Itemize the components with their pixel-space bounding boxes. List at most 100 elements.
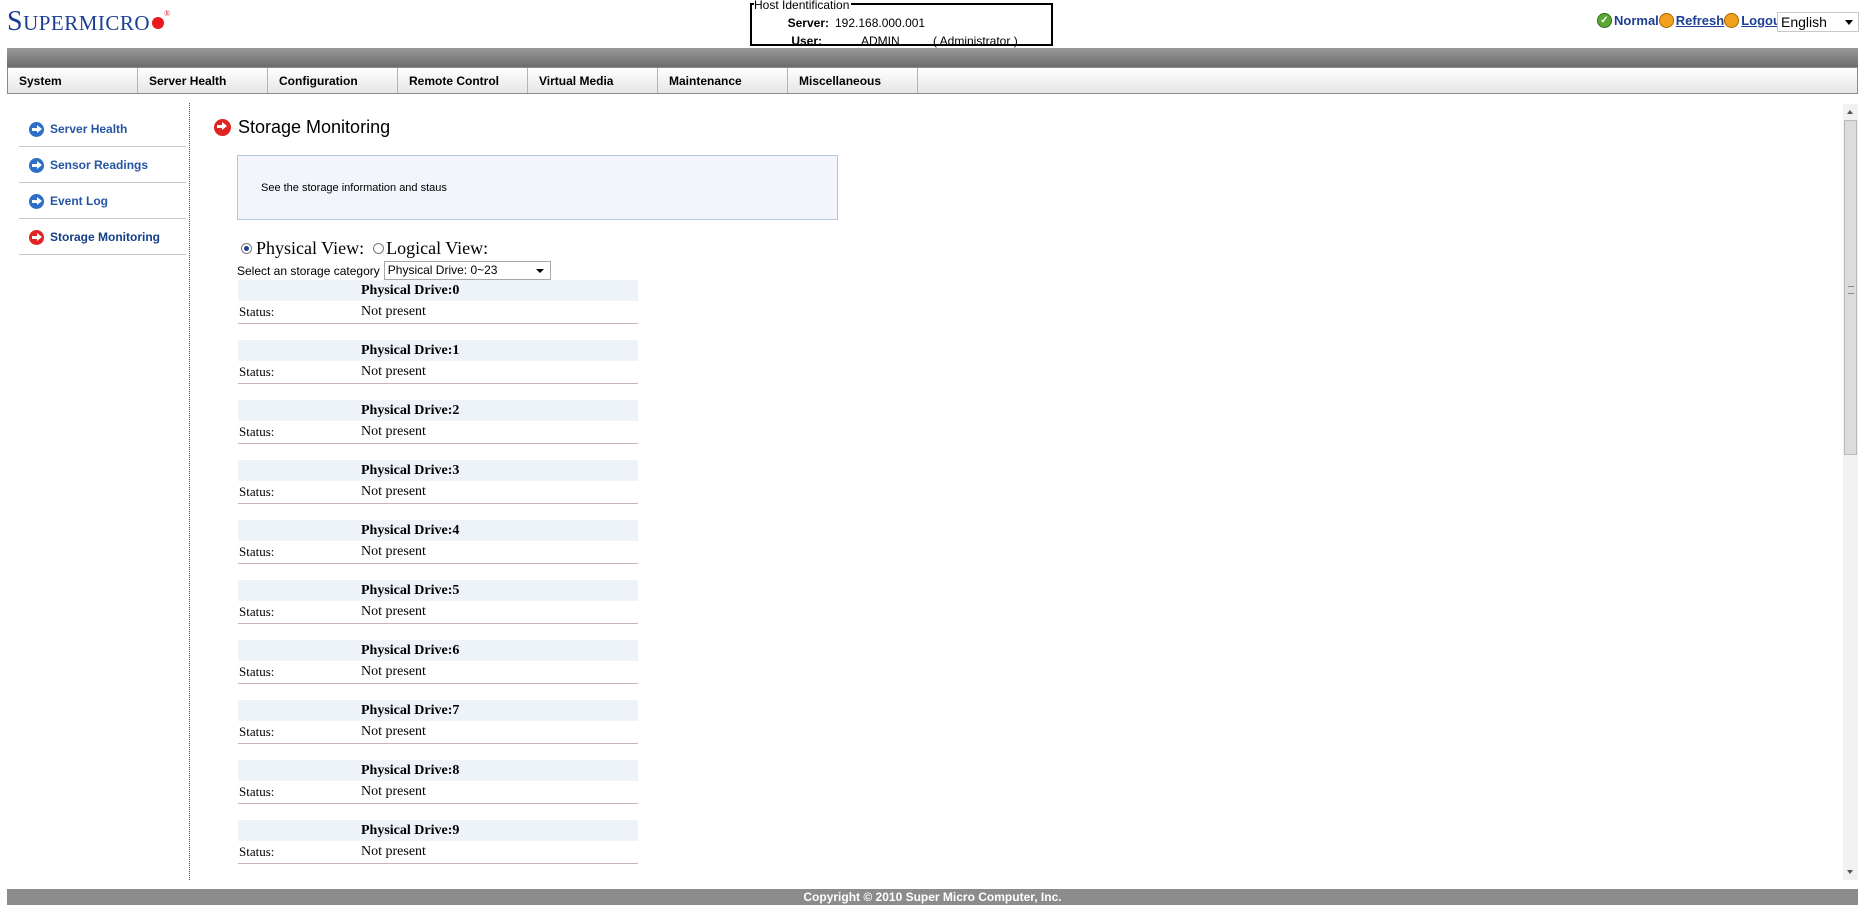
scrollbar-thumb[interactable]: [1844, 120, 1857, 455]
status-label: Status:: [239, 844, 275, 859]
logical-view-radio[interactable]: [373, 243, 385, 254]
drive-title: Physical Drive:6: [238, 640, 638, 661]
logo-text: UPERMICRO: [23, 11, 151, 35]
header-gray-bar: [7, 48, 1858, 67]
user-label: User:: [791, 34, 822, 48]
drive-card: Physical Drive:0 Status: Not present: [238, 280, 638, 340]
view-selector: Physical View: Logical View:: [241, 238, 488, 259]
refresh-icon[interactable]: [1658, 13, 1674, 28]
scroll-up-icon[interactable]: [1847, 110, 1853, 114]
drive-card: Physical Drive:7 Status: Not present: [238, 700, 638, 760]
status-label: Status:: [239, 304, 275, 319]
drive-title: Physical Drive:4: [238, 520, 638, 541]
drive-status-row: Status: Not present: [238, 301, 638, 324]
check-icon: ✓: [1597, 13, 1612, 28]
user-value: ADMIN: [861, 34, 900, 48]
nav-maintenance[interactable]: Maintenance: [658, 68, 788, 93]
sidebar-item-label: Sensor Readings: [50, 158, 149, 172]
language-selected: English: [1781, 14, 1827, 30]
nav-remote-control[interactable]: Remote Control: [398, 68, 528, 93]
drive-title: Physical Drive:2: [238, 400, 638, 421]
description-box: See the storage information and staus: [237, 155, 838, 220]
status-label: Status:: [239, 424, 275, 439]
page-title-text: Storage Monitoring: [238, 117, 391, 137]
language-select[interactable]: English: [1777, 12, 1859, 32]
sidebar-item-label: Server Health: [50, 122, 128, 136]
status-value: Not present: [361, 844, 426, 859]
status-label: Status:: [239, 484, 275, 499]
scroll-down-icon[interactable]: [1847, 870, 1853, 874]
arrow-right-icon: [214, 119, 231, 136]
drive-card: Physical Drive:5 Status: Not present: [238, 580, 638, 640]
status-links: ✓ Normal Refresh Logout: [1597, 13, 1785, 28]
category-row: Select an storage category Physical Driv…: [237, 261, 551, 280]
drive-card: Physical Drive:2 Status: Not present: [238, 400, 638, 460]
storage-category-select[interactable]: Physical Drive: 0~23: [383, 261, 551, 280]
status-label: Status:: [239, 364, 275, 379]
drive-status-row: Status: Not present: [238, 601, 638, 624]
chevron-down-icon: [1845, 20, 1853, 25]
status-value: Not present: [361, 424, 426, 439]
drive-status-row: Status: Not present: [238, 661, 638, 684]
logo-text-initial: S: [7, 6, 24, 37]
user-role: ( Administrator ): [933, 34, 1018, 48]
normal-status[interactable]: Normal: [1614, 13, 1659, 28]
status-value: Not present: [361, 304, 426, 319]
sidebar-item-sensor-readings[interactable]: Sensor Readings: [19, 148, 186, 183]
status-value: Not present: [361, 724, 426, 739]
drive-title: Physical Drive:8: [238, 760, 638, 781]
status-label: Status:: [239, 724, 275, 739]
category-label: Select an storage category: [237, 263, 380, 278]
nav-server-health[interactable]: Server Health: [138, 68, 268, 93]
drive-title: Physical Drive:5: [238, 580, 638, 601]
nav-miscellaneous[interactable]: Miscellaneous: [788, 68, 918, 93]
drive-card: Physical Drive:4 Status: Not present: [238, 520, 638, 580]
arrow-right-icon: [29, 121, 44, 137]
logout-icon[interactable]: [1724, 13, 1740, 28]
drive-card: Physical Drive:1 Status: Not present: [238, 340, 638, 400]
sidebar: Server Health Sensor Readings Event Log …: [19, 112, 186, 256]
status-value: Not present: [361, 784, 426, 799]
drive-status-row: Status: Not present: [238, 781, 638, 804]
sidebar-divider: [189, 103, 190, 880]
sidebar-item-storage-monitoring[interactable]: Storage Monitoring: [19, 220, 186, 255]
drive-list: Physical Drive:0 Status: Not present Phys…: [238, 280, 638, 880]
sidebar-item-server-health[interactable]: Server Health: [19, 112, 186, 147]
status-value: Not present: [361, 364, 426, 379]
physical-view-label[interactable]: Physical View:: [256, 238, 364, 259]
sidebar-item-event-log[interactable]: Event Log: [19, 184, 186, 219]
page-title: Storage Monitoring: [214, 117, 390, 138]
grip-icon: [1848, 286, 1854, 294]
status-value: Not present: [361, 544, 426, 559]
drive-title: Physical Drive:7: [238, 700, 638, 721]
nav-virtual-media[interactable]: Virtual Media: [528, 68, 658, 93]
logo-registered-mark: ®: [164, 9, 171, 18]
status-label: Status:: [239, 664, 275, 679]
sidebar-item-label: Event Log: [50, 194, 109, 208]
logical-view-label[interactable]: Logical View:: [386, 238, 488, 259]
drive-status-row: Status: Not present: [238, 361, 638, 384]
drive-title: Physical Drive:0: [238, 280, 638, 301]
drive-status-row: Status: Not present: [238, 841, 638, 864]
nav-configuration[interactable]: Configuration: [268, 68, 398, 93]
storage-category-selected: Physical Drive: 0~23: [387, 263, 498, 277]
status-value: Not present: [361, 484, 426, 499]
nav-system[interactable]: System: [8, 68, 138, 93]
host-identification-box: Host Identification Server: 192.168.000.…: [750, 0, 1053, 48]
drive-title: Physical Drive:1: [238, 340, 638, 361]
status-label: Status:: [239, 604, 275, 619]
vertical-scrollbar[interactable]: [1843, 104, 1858, 880]
status-label: Status:: [239, 544, 275, 559]
footer: Copyright © 2010 Super Micro Computer, I…: [7, 889, 1858, 905]
drive-title: Physical Drive:3: [238, 460, 638, 481]
drive-title: Physical Drive:9: [238, 820, 638, 841]
server-value: 192.168.000.001: [835, 16, 926, 30]
arrow-right-icon: [29, 157, 44, 173]
refresh-link[interactable]: Refresh: [1676, 13, 1724, 28]
host-identification-legend: Host Identification: [754, 0, 852, 12]
drive-card: Physical Drive:8 Status: Not present: [238, 760, 638, 820]
supermicro-logo: SUPERMICRO ®: [7, 6, 171, 38]
physical-view-radio[interactable]: [241, 243, 252, 254]
logo-dot-icon: [152, 17, 165, 29]
arrow-right-icon: [29, 193, 44, 209]
